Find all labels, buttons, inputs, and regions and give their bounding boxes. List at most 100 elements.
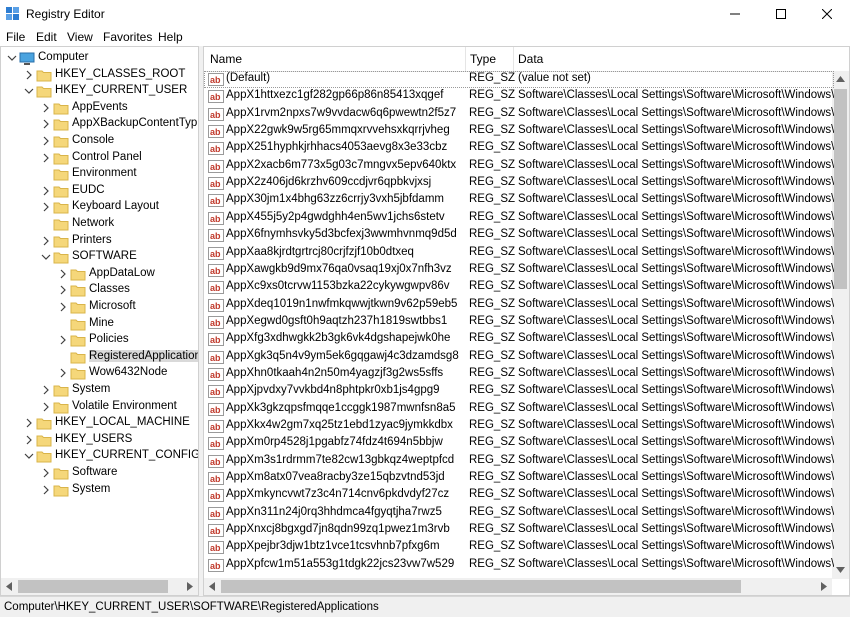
chevron-right-icon[interactable] — [41, 152, 51, 164]
minimize-button[interactable] — [712, 0, 758, 28]
value-row[interactable]: ab AppXdeq1019n1nwfmkqwwjtkwn9v62p59eb5 RE… — [204, 297, 834, 314]
value-row[interactable]: ab AppXegwd0gsft0h9aqtzh237h1819swtbbs1 RE… — [204, 314, 834, 331]
chevron-right-icon[interactable] — [58, 301, 68, 313]
values-horizontal-scrollbar[interactable] — [204, 578, 832, 595]
value-row[interactable]: ab AppXfg3xdhwgkk2b3gk6vk4dgshapejwk0he RE… — [204, 331, 834, 348]
value-row[interactable]: ab AppXmkyncvwt7z3c4n714cnv6pkdvdyf27cz RE… — [204, 487, 834, 504]
tree-node[interactable]: Console — [1, 133, 197, 150]
value-row[interactable]: ab AppXk3gkzqpsfmqqe1ccggk1987mwnfsn8a5 RE… — [204, 401, 834, 418]
value-row[interactable]: ab AppXm3s1rdrmm7te82cw13gbkqz4weptpfcd RE… — [204, 453, 834, 470]
chevron-right-icon[interactable] — [24, 69, 34, 81]
tree-node[interactable]: RegisteredApplication — [1, 349, 198, 366]
tree-node[interactable]: Wow6432Node — [1, 365, 197, 382]
tree-node[interactable]: Mine — [1, 316, 197, 333]
tree-node[interactable]: HKEY_CLASSES_ROOT — [1, 67, 197, 84]
tree-node[interactable]: SOFTWARE — [1, 249, 197, 266]
chevron-right-icon[interactable] — [41, 484, 51, 496]
tree-node[interactable]: Environment — [1, 166, 197, 183]
values-hscroll-thumb[interactable] — [221, 580, 741, 593]
chevron-right-icon[interactable] — [41, 467, 51, 479]
menu-favorites[interactable]: Favorites — [103, 30, 152, 44]
tree-node[interactable]: HKEY_USERS — [1, 432, 197, 449]
value-row[interactable]: ab AppXjpvdxy7vvkbd4n8phtpkr0xb1js4gpg9 RE… — [204, 383, 834, 400]
values-list[interactable]: Name Type Data ab (Default) REG_SZ (value n… — [203, 46, 850, 596]
tree-horizontal-scrollbar[interactable] — [1, 578, 198, 595]
chevron-right-icon[interactable] — [41, 135, 51, 147]
value-row[interactable]: ab AppX6fnymhsvky5d3bcfexj3wwmhvnmq9d5d RE… — [204, 227, 834, 244]
chevron-right-icon[interactable] — [41, 102, 51, 114]
value-row[interactable]: ab AppXkx4w2gm7xq25tz1ebd1zyac9jymkkdbx RE… — [204, 418, 834, 435]
menu-edit[interactable]: Edit — [36, 30, 57, 44]
value-row[interactable]: ab AppX1httxezc1gf282gp66p86n85413xqgef RE… — [204, 88, 834, 105]
chevron-right-icon[interactable] — [41, 185, 51, 197]
column-header-type[interactable]: Type — [470, 52, 496, 66]
chevron-right-icon[interactable] — [58, 268, 68, 280]
tree-node[interactable]: AppXBackupContentTyp — [1, 116, 197, 133]
tree-node[interactable]: Microsoft — [1, 299, 197, 316]
maximize-button[interactable] — [758, 0, 804, 28]
tree-node[interactable]: Software — [1, 465, 197, 482]
tree-node[interactable]: Classes — [1, 282, 197, 299]
column-divider[interactable] — [513, 47, 514, 71]
chevron-down-icon[interactable] — [24, 85, 34, 97]
values-scroll-thumb[interactable] — [834, 89, 847, 289]
menu-view[interactable]: View — [67, 30, 93, 44]
chevron-right-icon[interactable] — [24, 417, 34, 429]
values-vertical-scrollbar[interactable] — [832, 71, 849, 579]
value-row[interactable]: ab AppX2z406jd6krzhv609ccdjvr6qpbkvjxsj RE… — [204, 175, 834, 192]
menu-help[interactable]: Help — [158, 30, 183, 44]
value-row[interactable]: ab AppXn311n24j0rq3hhdmca4fgyqtjha7rwz5 RE… — [204, 505, 834, 522]
value-row[interactable]: ab AppXc9xs0tcrvw1153bzka22cykywgwpv86v RE… — [204, 279, 834, 296]
value-row[interactable]: ab AppXgk3q5n4v9ym5ek6gqgawj4c3dzamdsg8 RE… — [204, 349, 834, 366]
chevron-down-icon[interactable] — [24, 450, 34, 462]
value-row[interactable]: ab AppXnxcj8bgxgd7jn8qdn99zq1pwez1m3rvb RE… — [204, 522, 834, 539]
value-row[interactable]: ab AppX30jm1x4bhg63zz6crrjy3vxh5jbfdamm RE… — [204, 192, 834, 209]
chevron-right-icon[interactable] — [41, 235, 51, 247]
column-divider[interactable] — [465, 47, 466, 71]
value-row[interactable]: ab (Default) REG_SZ (value not set) — [204, 71, 834, 89]
menu-file[interactable]: File — [6, 30, 25, 44]
tree-node[interactable]: Policies — [1, 332, 197, 349]
close-button[interactable] — [804, 0, 850, 28]
tree-node[interactable]: System — [1, 482, 197, 499]
chevron-right-icon[interactable] — [24, 434, 34, 446]
tree-node[interactable]: EUDC — [1, 183, 197, 200]
value-row[interactable]: ab AppXpfcw1m51a553g1tdgk22jcs23vw7w529 RE… — [204, 557, 834, 574]
value-row[interactable]: ab AppXpejbr3djw1btz1vce1tcsvhnb7pfxg6m RE… — [204, 539, 834, 556]
value-row[interactable]: ab AppXawgkb9d9mx76qa0vsaq19xj0x7nfh3vz RE… — [204, 262, 834, 279]
chevron-down-icon[interactable] — [7, 52, 17, 64]
chevron-right-icon[interactable] — [41, 118, 51, 130]
tree-node[interactable]: Printers — [1, 233, 197, 250]
chevron-right-icon[interactable] — [58, 367, 68, 379]
chevron-right-icon[interactable] — [41, 401, 51, 413]
tree-node[interactable]: Computer — [1, 50, 197, 67]
tree-node[interactable]: HKEY_CURRENT_CONFIG — [1, 448, 198, 465]
tree-node[interactable]: Network — [1, 216, 197, 233]
value-row[interactable]: ab AppX1rvm2npxs7w9vvdacw6q6pwewtn2f5z7 RE… — [204, 106, 834, 123]
chevron-down-icon[interactable] — [41, 251, 51, 263]
value-row[interactable]: ab AppXm0rp4528j1pgabfz74fdz4t694n5bbjw RE… — [204, 435, 834, 452]
registry-tree[interactable]: Computer HKEY_CLASSES_ROOT HKEY_CURRENT_US… — [0, 46, 199, 596]
tree-node[interactable]: HKEY_CURRENT_USER — [1, 83, 197, 100]
value-row[interactable]: ab AppX251hyphkjrhhacs4053aevg8x3e33cbz RE… — [204, 140, 834, 157]
column-header-data[interactable]: Data — [518, 52, 543, 66]
tree-node[interactable]: HKEY_LOCAL_MACHINE — [1, 415, 197, 432]
tree-node[interactable]: Control Panel — [1, 150, 197, 167]
column-header-name[interactable]: Name — [210, 52, 242, 66]
chevron-right-icon[interactable] — [41, 384, 51, 396]
tree-scroll-thumb[interactable] — [18, 580, 168, 593]
value-row[interactable]: ab AppX2xacb6m773x5g03c7mngvx5epv640ktx RE… — [204, 158, 834, 175]
tree-node[interactable]: Volatile Environment — [1, 399, 197, 416]
value-row[interactable]: ab AppX455j5y2p4gwdghh4en5wv1jchs6stetv RE… — [204, 210, 834, 227]
value-row[interactable]: ab AppXaa8kjrdtgrtrcj80crjfzjf10b0dtxeq RE… — [204, 245, 834, 262]
chevron-right-icon[interactable] — [41, 201, 51, 213]
tree-node[interactable]: AppEvents — [1, 100, 197, 117]
tree-node[interactable]: System — [1, 382, 197, 399]
tree-node[interactable]: AppDataLow — [1, 266, 197, 283]
value-row[interactable]: ab AppXhn0tkaah4n2n50m4yagzjf3g2ws5sffs RE… — [204, 366, 834, 383]
tree-node[interactable]: Keyboard Layout — [1, 199, 197, 216]
value-row[interactable]: ab AppXm8atx07vea8racby3ze15qbzvtnd53jd RE… — [204, 470, 834, 487]
value-row[interactable]: ab AppX22gwk9w5rg65mmqxrvvehsxkqrrjvheg RE… — [204, 123, 834, 140]
chevron-right-icon[interactable] — [58, 334, 68, 346]
chevron-right-icon[interactable] — [58, 284, 68, 296]
